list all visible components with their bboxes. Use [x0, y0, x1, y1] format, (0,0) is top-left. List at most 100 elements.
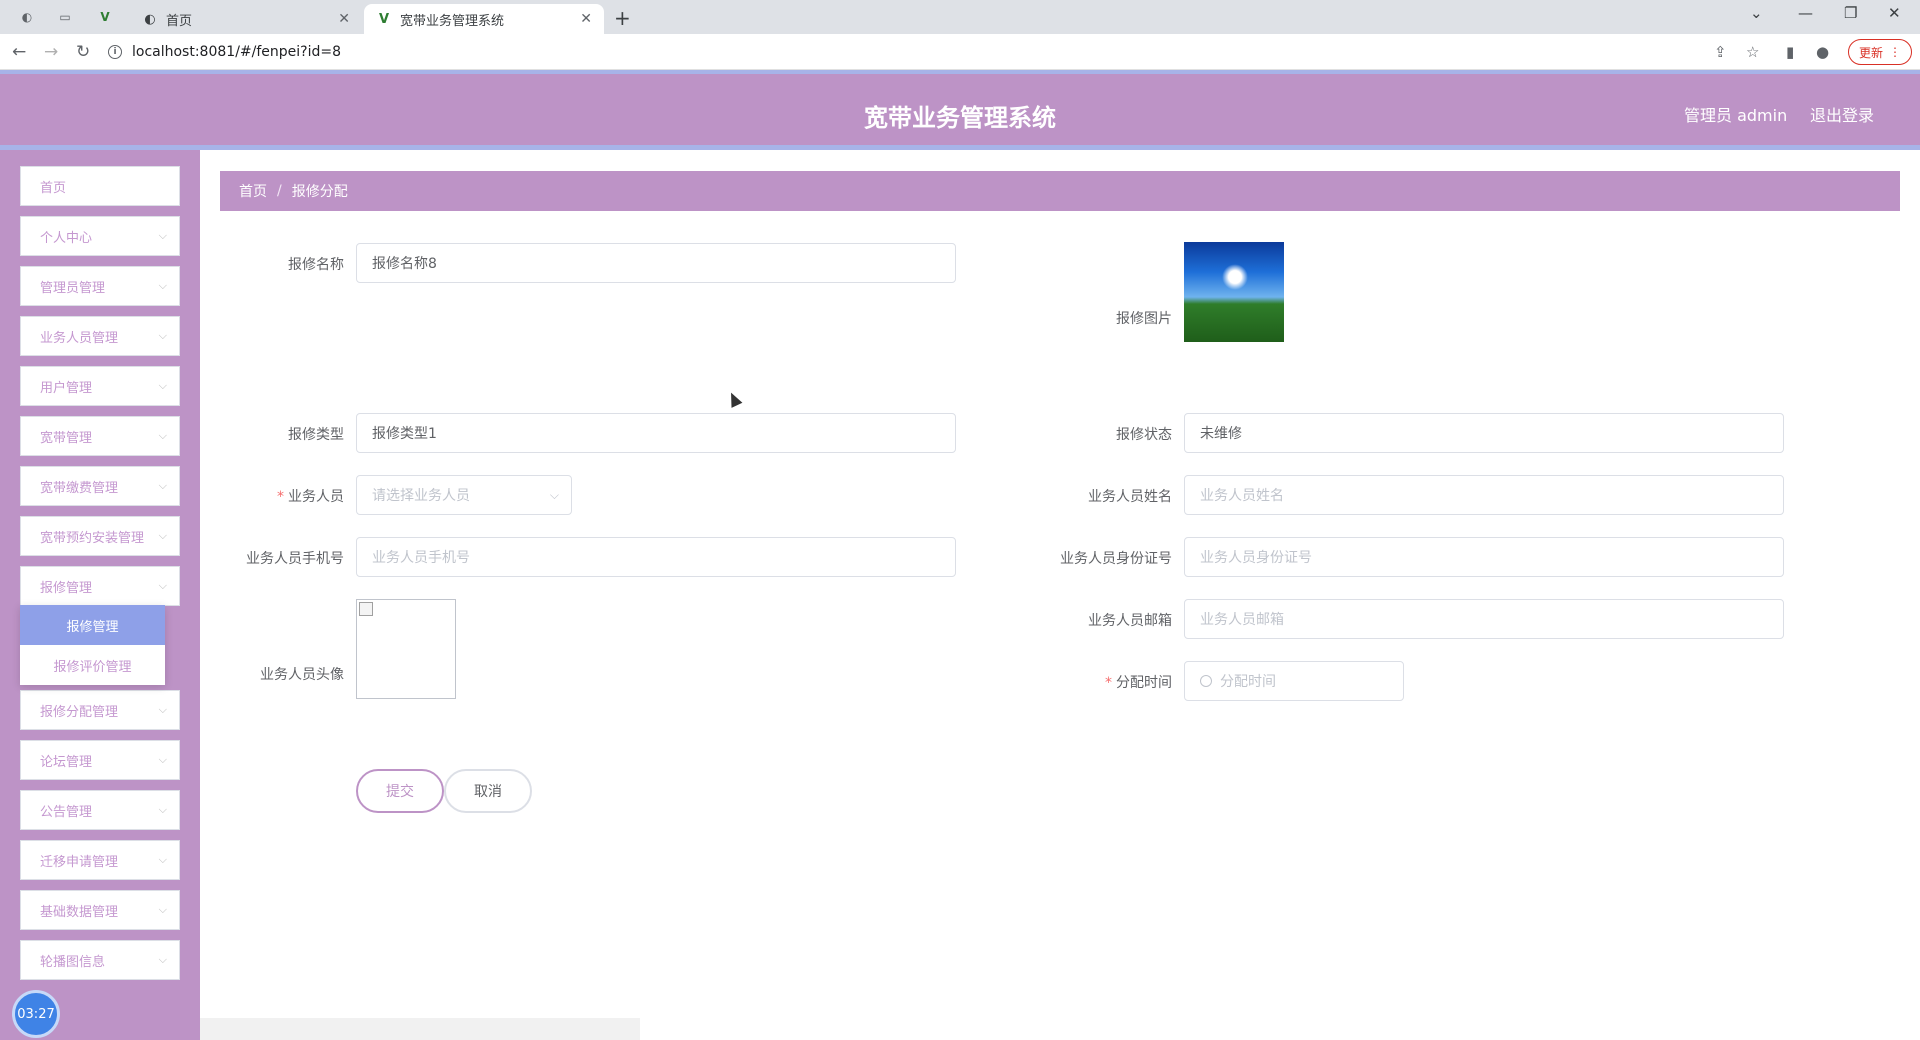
staff-avatar-label: 业务人员头像 [260, 667, 344, 683]
breadcrumb-separator: / [277, 183, 282, 199]
address-bar: ← → ↻ i localhost:8081/#/fenpei?id=8 ⇪ ☆… [0, 34, 1920, 70]
breadcrumb-current: 报修分配 [291, 184, 348, 200]
clock-badge[interactable]: 03:27 [12, 990, 60, 1038]
app-header: 宽带业务管理系统 管理员 admin 退出登录 [0, 70, 1920, 150]
close-tab-icon[interactable]: ✕ [580, 11, 592, 27]
chevron-down-icon: ⌵ [158, 379, 167, 392]
sidebar-item-base-data[interactable]: 基础数据管理 ⌵ [20, 890, 180, 930]
staff-label: * 业务人员 [244, 486, 344, 506]
assign-time-placeholder: 分配时间 [1220, 674, 1276, 690]
staff-email-field[interactable]: 业务人员邮箱 [1184, 599, 1784, 639]
staff-name-field[interactable]: 业务人员姓名 [1184, 475, 1784, 515]
sidebar-item-staff[interactable]: 业务人员管理 ⌵ [20, 316, 180, 356]
staff-avatar-image[interactable] [356, 599, 456, 699]
browser-tab-bar: ◐ ▭ V ◐ 首页 ✕ V 宽带业务管理系统 ✕ + ⌄ — ❐ ✕ [0, 0, 1920, 34]
chevron-down-icon: ⌵ [158, 753, 167, 766]
pinned-tab-icon[interactable]: ◐ [18, 8, 36, 26]
back-icon[interactable]: ← [12, 42, 26, 62]
chevron-down-icon: ⌵ [158, 703, 167, 716]
sidebar-item-label: 基础数据管理 [40, 904, 119, 920]
close-window-icon[interactable]: ✕ [1888, 4, 1901, 22]
minimize-icon[interactable]: — [1798, 4, 1813, 22]
sidebar-item-home[interactable]: 首页 [20, 166, 180, 206]
repair-status-field[interactable]: 未维修 [1184, 413, 1784, 453]
sun-graphic [1222, 264, 1248, 290]
submenu-item-repair-review[interactable]: 报修评价管理 [20, 645, 165, 685]
sidebar-item-repairs[interactable]: 报修管理 ⌵ [20, 566, 180, 606]
repair-type-field[interactable]: 报修类型1 [356, 413, 956, 453]
sidebar-item-label: 报修管理 [40, 580, 93, 596]
share-icon[interactable]: ⇪ [1714, 43, 1727, 61]
logout-link[interactable]: 退出登录 [1810, 102, 1874, 126]
repair-status-label: 报修状态 [1116, 427, 1172, 443]
sidebar-item-notices[interactable]: 公告管理 ⌵ [20, 790, 180, 830]
sidebar-item-label: 个人中心 [40, 230, 93, 246]
required-mark: * [1105, 675, 1112, 691]
repair-name-label: 报修名称 [288, 257, 344, 273]
star-icon[interactable]: ☆ [1746, 43, 1759, 61]
chevron-down-icon: ⌵ [158, 429, 167, 442]
chevron-down-icon: ⌵ [158, 229, 167, 242]
chevron-down-icon: ⌵ [158, 579, 167, 592]
sidebar-item-repair-assign[interactable]: 报修分配管理 ⌵ [20, 690, 180, 730]
sidebar-item-admins[interactable]: 管理员管理 ⌵ [20, 266, 180, 306]
chevron-down-icon: ⌵ [158, 279, 167, 292]
staff-label-text: 业务人员 [288, 489, 344, 505]
broken-image-icon [359, 602, 373, 616]
side-panel-icon[interactable]: ▮ [1786, 43, 1794, 61]
browser-tab-active[interactable]: V 宽带业务管理系统 ✕ [364, 4, 604, 34]
sidebar-item-label: 公告管理 [40, 804, 93, 820]
chevron-down-icon: ⌵ [158, 853, 167, 866]
staff-select-placeholder: 请选择业务人员 [372, 488, 470, 504]
submit-button[interactable]: 提交 [356, 769, 444, 813]
url-text[interactable]: localhost:8081/#/fenpei?id=8 [132, 44, 341, 60]
url-field[interactable]: i localhost:8081/#/fenpei?id=8 [108, 39, 1748, 65]
submenu-item-repair-manage[interactable]: 报修管理 [20, 605, 165, 645]
sidebar-item-profile[interactable]: 个人中心 ⌵ [20, 216, 180, 256]
forward-icon[interactable]: → [44, 42, 58, 62]
update-label: 更新 [1858, 45, 1883, 60]
cancel-button[interactable]: 取消 [444, 769, 532, 813]
chevron-down-icon: ⌵ [158, 529, 167, 542]
sidebar-item-broadband[interactable]: 宽带管理 ⌵ [20, 416, 180, 456]
update-button[interactable]: 更新 ⋮ [1848, 39, 1912, 65]
restore-icon[interactable]: ❐ [1844, 4, 1857, 22]
site-info-icon[interactable]: i [108, 45, 122, 59]
assign-time-picker[interactable]: 分配时间 [1184, 661, 1404, 701]
chevron-down-icon: ⌵ [158, 953, 167, 966]
tab-search-icon[interactable]: ⌄ [1750, 4, 1763, 22]
sidebar-item-users[interactable]: 用户管理 ⌵ [20, 366, 180, 406]
sidebar-item-forum[interactable]: 论坛管理 ⌵ [20, 740, 180, 780]
profile-icon[interactable]: ● [1816, 43, 1829, 61]
repair-name-field[interactable]: 报修名称8 [356, 243, 956, 283]
sidebar-item-installation[interactable]: 宽带预约安装管理 ⌵ [20, 516, 180, 556]
vue-tab-icon[interactable]: V [96, 8, 114, 26]
repair-image[interactable] [1184, 242, 1284, 342]
close-tab-icon[interactable]: ✕ [338, 11, 350, 27]
sidebar-item-payments[interactable]: 宽带缴费管理 ⌵ [20, 466, 180, 506]
globe-icon: ◐ [144, 11, 156, 27]
new-tab-icon[interactable]: + [614, 6, 631, 30]
sidebar-item-label: 报修分配管理 [40, 704, 119, 720]
staff-select[interactable]: 请选择业务人员 ⌵ [356, 475, 572, 515]
staff-phone-label: 业务人员手机号 [246, 551, 344, 567]
breadcrumb-home[interactable]: 首页 [239, 181, 267, 201]
reload-icon[interactable]: ↻ [76, 42, 90, 62]
sidebar-item-carousel[interactable]: 轮播图信息 ⌵ [20, 940, 180, 980]
staff-name-label: 业务人员姓名 [1088, 489, 1172, 505]
mouse-cursor [725, 390, 743, 408]
browser-tab[interactable]: ◐ 首页 ✕ [130, 4, 362, 34]
horizontal-scrollbar[interactable] [200, 1018, 640, 1040]
staff-id-field[interactable]: 业务人员身份证号 [1184, 537, 1784, 577]
sidebar-item-label: 业务人员管理 [40, 330, 119, 346]
tab-title: 宽带业务管理系统 [400, 13, 505, 29]
pinned-tab-icon[interactable]: ▭ [56, 8, 74, 26]
staff-email-label: 业务人员邮箱 [1088, 613, 1172, 629]
sidebar-item-migration[interactable]: 迁移申请管理 ⌵ [20, 840, 180, 880]
repair-type-label: 报修类型 [288, 427, 344, 443]
repair-submenu: 报修管理 报修评价管理 [20, 605, 165, 685]
chevron-down-icon: ⌵ [158, 803, 167, 816]
assign-time-label-text: 分配时间 [1116, 675, 1172, 691]
chevron-down-icon: ⌵ [158, 479, 167, 492]
staff-phone-field[interactable]: 业务人员手机号 [356, 537, 956, 577]
